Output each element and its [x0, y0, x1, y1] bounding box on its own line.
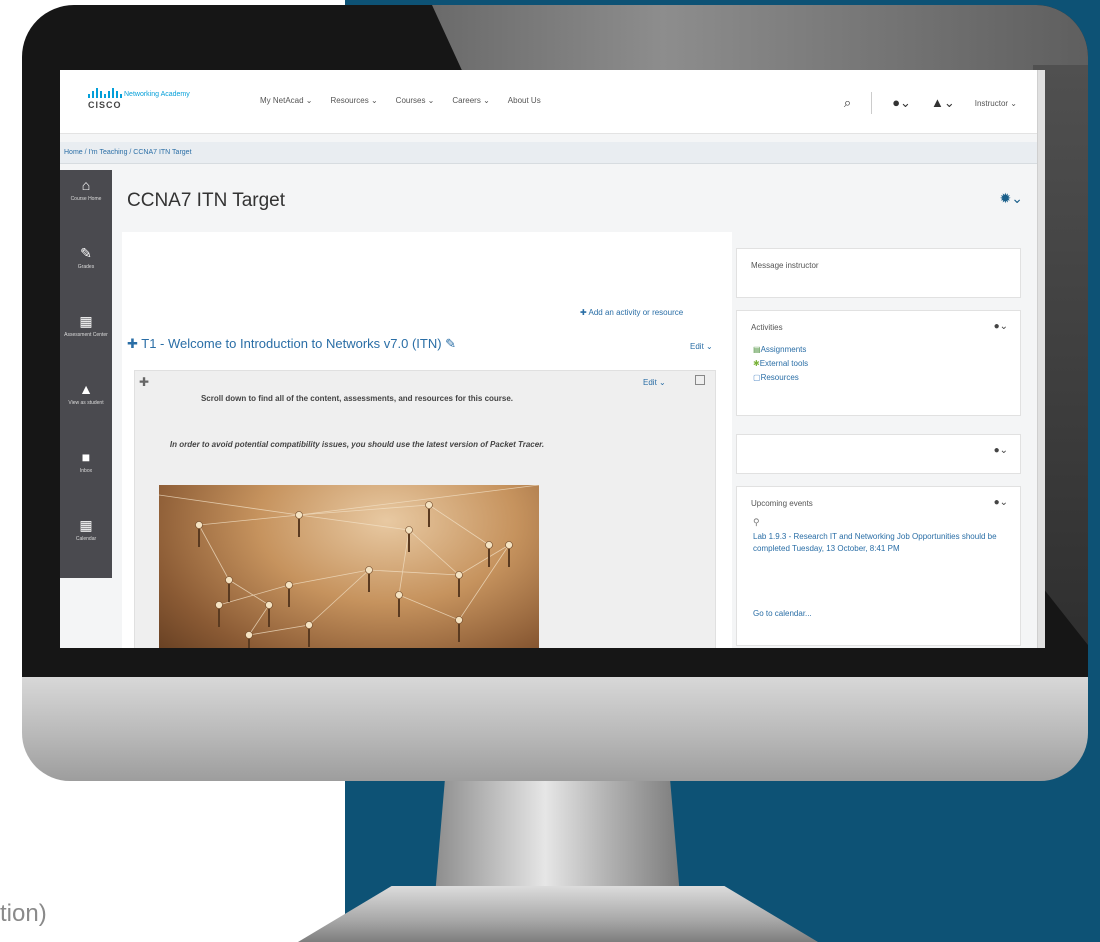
message-instructor-block[interactable]: Message instructor — [736, 248, 1021, 298]
cisco-logo[interactable]: CISCO Networking Academy — [88, 88, 208, 118]
screen: CISCO Networking Academy My NetAcad ⌄ Re… — [60, 70, 1045, 648]
empty-block: ●⌄ — [736, 434, 1021, 474]
document-icon: ▢ — [753, 373, 761, 382]
sidebar-item-label: Assessment Center — [64, 332, 108, 338]
logo-wordmark: CISCO — [88, 100, 122, 110]
home-icon: ⌂ — [81, 177, 91, 193]
breadcrumb-bar: Home / I'm Teaching / CCNA7 ITN Target — [60, 142, 1045, 164]
user-menu[interactable]: Instructor ⌄ — [975, 99, 1017, 108]
menu-my-netacad[interactable]: My NetAcad ⌄ — [260, 96, 313, 105]
menu-careers[interactable]: Careers ⌄ — [452, 96, 489, 105]
upcoming-event-link[interactable]: Lab 1.9.3 - Research IT and Networking J… — [753, 531, 1003, 555]
gear-icon[interactable]: ✹⌄ — [1000, 190, 1023, 207]
activities-external-tools-link[interactable]: ✱External tools — [753, 359, 808, 368]
inbox-icon: ■ — [81, 449, 91, 465]
menu-resources[interactable]: Resources ⌄ — [331, 96, 378, 105]
activity-label: Resources — [760, 373, 799, 382]
block-gear-icon[interactable]: ●⌄ — [994, 497, 1008, 508]
grades-icon: ✎ — [80, 245, 92, 261]
activities-resources-link[interactable]: ▢Resources — [753, 373, 799, 382]
left-sidebar: ⌂ Course Home ✎ Grades ▦ Assessment Cent… — [60, 170, 112, 578]
menu-courses[interactable]: Courses ⌄ — [396, 96, 435, 105]
student-icon: ▲ — [79, 381, 93, 397]
menu-about-us[interactable]: About Us — [508, 96, 541, 105]
network-pins-image — [159, 485, 539, 648]
packet-tracer-note: In order to avoid potential compatibilit… — [169, 440, 545, 449]
sidebar-item-course-home[interactable]: ⌂ Course Home — [60, 170, 112, 230]
monitor-chin — [22, 677, 1088, 781]
help-icon[interactable]: ●⌄ — [892, 95, 911, 111]
main-menu: My NetAcad ⌄ Resources ⌄ Courses ⌄ Caree… — [260, 96, 541, 105]
page-scrollbar[interactable] — [1037, 70, 1045, 648]
sidebar-item-assessment-center[interactable]: ▦ Assessment Center — [60, 306, 112, 366]
assignment-icon: ▤ — [753, 345, 761, 354]
page-title: CCNA7 ITN Target — [127, 190, 286, 211]
upcoming-events-block: Upcoming events ●⌄ ⚲ Lab 1.9.3 - Researc… — [736, 486, 1021, 646]
breadcrumb[interactable]: Home / I'm Teaching / CCNA7 ITN Target — [64, 149, 192, 156]
item-edit-menu[interactable]: Edit ⌄ — [643, 378, 666, 387]
header-actions: ⌕ ●⌄ ▲⌄ Instructor ⌄ — [844, 92, 1017, 114]
scroll-note: Scroll down to find all of the content, … — [200, 394, 514, 403]
bell-icon[interactable]: ▲⌄ — [931, 95, 955, 111]
activity-label: External tools — [759, 359, 809, 368]
activity-label: Assignments — [760, 345, 807, 354]
sidebar-item-label: View as student — [68, 400, 104, 406]
block-gear-icon[interactable]: ●⌄ — [994, 321, 1008, 332]
activities-title: Activities — [751, 323, 783, 332]
section-title[interactable]: ✚ T1 - Welcome to Introduction to Networ… — [127, 336, 456, 352]
move-icon[interactable]: ✚ — [139, 375, 149, 389]
message-instructor-link[interactable]: Message instructor — [751, 261, 819, 270]
event-icon: ⚲ — [753, 517, 760, 527]
calendar-icon: ▦ — [79, 517, 93, 533]
activities-block: Activities ●⌄ ▤Assignments ✱External too… — [736, 310, 1021, 416]
sidebar-item-label: Course Home — [70, 196, 102, 202]
add-activity-link[interactable]: ✚ Add an activity or resource — [580, 308, 683, 317]
stage: tion) CISCO Networking Academy My NetAca… — [0, 0, 1100, 942]
assessment-icon: ▦ — [79, 313, 93, 329]
search-icon[interactable]: ⌕ — [844, 95, 851, 111]
upcoming-events-title: Upcoming events — [751, 499, 813, 508]
caption-fragment: tion) — [0, 900, 47, 927]
header-divider — [871, 92, 873, 114]
sidebar-item-view-as-student[interactable]: ▲ View as student — [60, 374, 112, 434]
sidebar-item-inbox[interactable]: ■ Inbox — [60, 442, 112, 502]
completion-checkbox[interactable] — [695, 375, 705, 385]
sidebar-item-label: Calendar — [75, 536, 97, 542]
welcome-label-box: ✚ Edit ⌄ Scroll down to find all of the … — [134, 370, 716, 648]
network-pins-illustration — [159, 485, 539, 648]
activities-assignments-link[interactable]: ▤Assignments — [753, 345, 806, 354]
monitor-stand-neck — [435, 781, 680, 896]
sidebar-item-grades[interactable]: ✎ Grades — [60, 238, 112, 298]
section-edit-menu[interactable]: Edit ⌄ — [690, 342, 713, 351]
sidebar-item-calendar[interactable]: ▦ Calendar — [60, 510, 112, 570]
cisco-bars-icon — [88, 88, 122, 98]
go-to-calendar-link[interactable]: Go to calendar... — [753, 609, 812, 618]
puzzle-icon: ✱ — [753, 359, 760, 368]
bezel-highlight — [432, 5, 1088, 77]
top-navigation-bar: CISCO Networking Academy My NetAcad ⌄ Re… — [60, 70, 1045, 134]
sidebar-item-label: Inbox — [79, 468, 93, 474]
block-gear-icon[interactable]: ●⌄ — [994, 445, 1008, 456]
logo-tagline: Networking Academy — [124, 91, 190, 98]
sidebar-item-label: Grades — [77, 264, 95, 270]
